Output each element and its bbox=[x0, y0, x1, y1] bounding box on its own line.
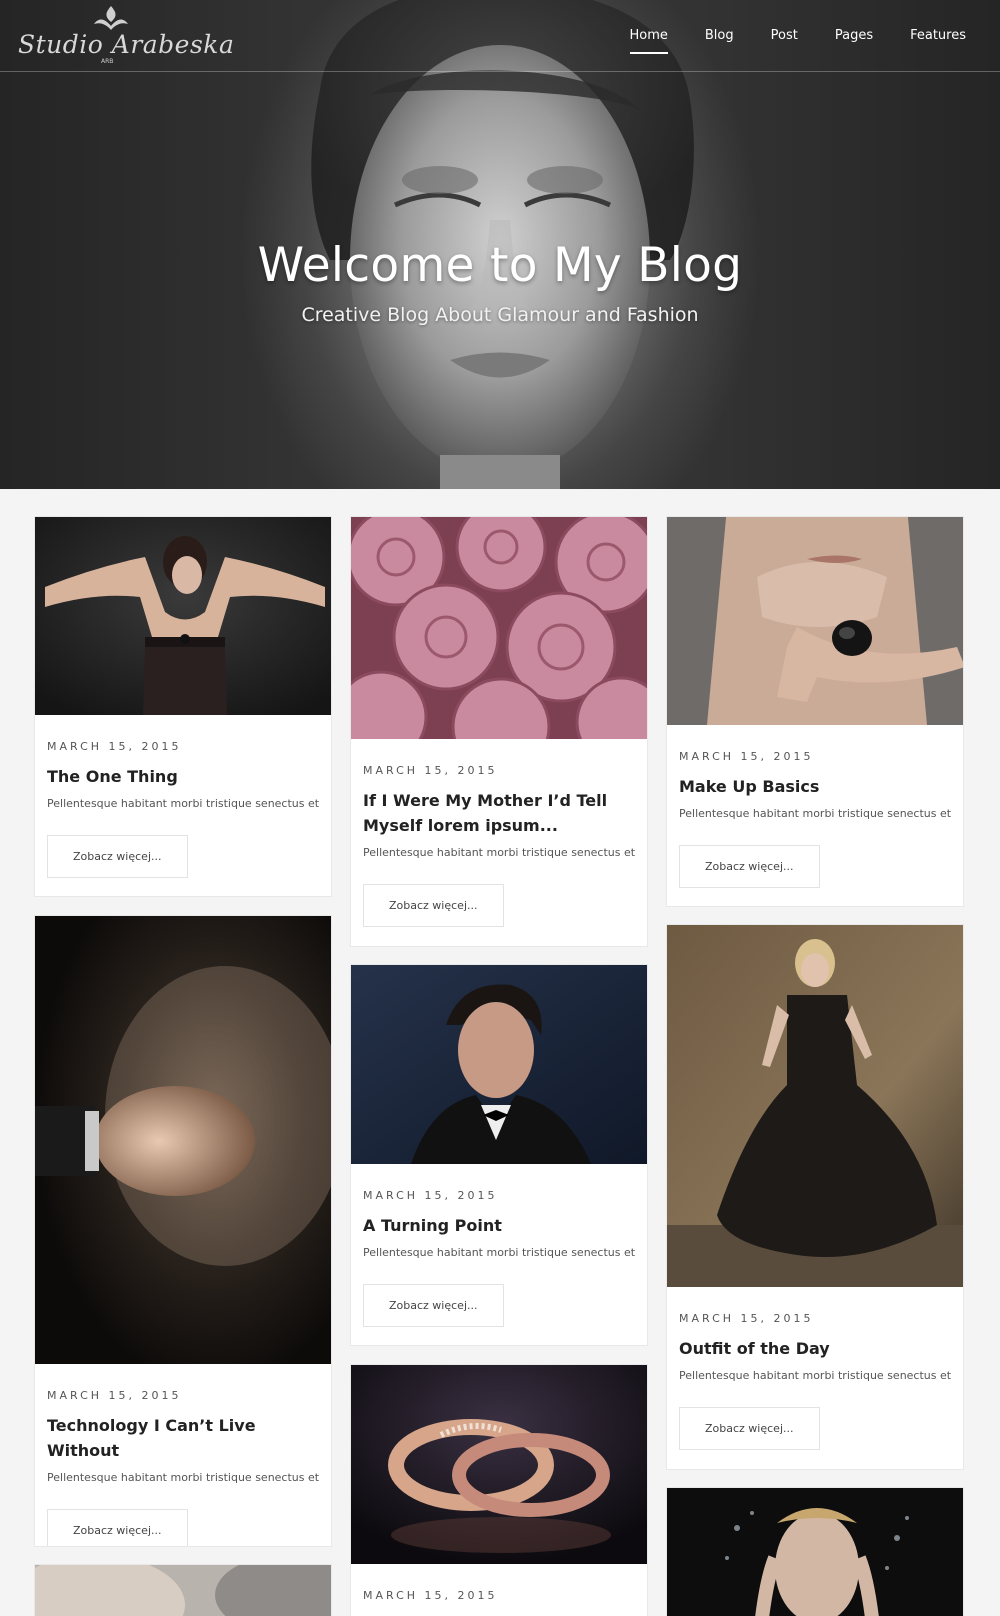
post-card: March 15, 2015 If I Were My Mother I’d T… bbox=[350, 516, 648, 947]
post-card bbox=[666, 1487, 964, 1616]
read-more-button[interactable]: Zobacz więcej... bbox=[679, 1407, 820, 1450]
post-image-woman-in-black-dress[interactable] bbox=[35, 517, 331, 715]
post-excerpt: Pellentesque habitant morbi tristique se… bbox=[363, 1246, 638, 1259]
post-card: March 15, 2015 Make Up Basics Pellentesq… bbox=[666, 516, 964, 907]
post-excerpt: Pellentesque habitant morbi tristique se… bbox=[679, 1369, 954, 1382]
nav-item-pages[interactable]: Pages bbox=[835, 24, 873, 55]
post-image-pink-roses[interactable] bbox=[351, 517, 647, 739]
post-date: March 15, 2015 bbox=[363, 1189, 498, 1202]
page: Studio Arabeska ARB Home Blog Post Pages… bbox=[0, 0, 1000, 1616]
post-image-man-in-tuxedo[interactable] bbox=[351, 965, 647, 1164]
logo-text: Studio Arabeska bbox=[18, 30, 235, 59]
post-date: March 15, 2015 bbox=[679, 750, 814, 763]
read-more-button[interactable]: Zobacz więcej... bbox=[363, 884, 504, 927]
nav-item-features[interactable]: Features bbox=[910, 24, 966, 55]
post-card: March 15, 2015 bbox=[350, 1364, 648, 1616]
post-date: March 15, 2015 bbox=[363, 1589, 498, 1602]
read-more-button[interactable]: Zobacz więcej... bbox=[363, 1284, 504, 1327]
post-title[interactable]: Outfit of the Day bbox=[679, 1336, 951, 1361]
post-title[interactable]: Make Up Basics bbox=[679, 774, 951, 799]
main-nav: Home Blog Post Pages Features bbox=[593, 24, 966, 55]
read-more-button[interactable]: Zobacz więcej... bbox=[47, 835, 188, 878]
hero-subtitle: Creative Blog About Glamour and Fashion bbox=[301, 304, 699, 326]
post-card bbox=[34, 1564, 332, 1616]
hero-title: Welcome to My Blog bbox=[257, 238, 743, 293]
nav-item-home[interactable]: Home bbox=[629, 24, 669, 55]
logo-ornament-icon bbox=[94, 6, 128, 30]
post-image-gold-rings[interactable] bbox=[351, 1365, 647, 1564]
top-navbar: Studio Arabeska ARB Home Blog Post Pages… bbox=[0, 0, 1000, 72]
post-excerpt: Pellentesque habitant morbi tristique se… bbox=[47, 1471, 322, 1484]
post-image-woman-in-flowing-dress[interactable] bbox=[667, 925, 963, 1287]
nav-item-post[interactable]: Post bbox=[771, 24, 798, 55]
post-card: March 15, 2015 Outfit of the Day Pellent… bbox=[666, 924, 964, 1470]
studio-arabeska-logo[interactable]: Studio Arabeska ARB bbox=[18, 4, 234, 68]
post-excerpt: Pellentesque habitant morbi tristique se… bbox=[47, 797, 322, 810]
post-date: March 15, 2015 bbox=[363, 764, 498, 777]
post-title[interactable]: If I Were My Mother I’d Tell Myself lore… bbox=[363, 788, 635, 838]
post-card: March 15, 2015 The One Thing Pellentesqu… bbox=[34, 516, 332, 897]
post-card: March 15, 2015 A Turning Point Pellentes… bbox=[350, 964, 648, 1346]
post-excerpt: Pellentesque habitant morbi tristique se… bbox=[363, 846, 638, 859]
post-title[interactable]: The One Thing bbox=[47, 764, 319, 789]
read-more-button[interactable]: Zobacz więcej... bbox=[679, 845, 820, 888]
post-excerpt: Pellentesque habitant morbi tristique se… bbox=[679, 807, 954, 820]
hero-banner: Studio Arabeska ARB Home Blog Post Pages… bbox=[0, 0, 1000, 489]
post-title[interactable]: Technology I Can’t Live Without bbox=[47, 1413, 319, 1463]
post-title[interactable]: A Turning Point bbox=[363, 1213, 635, 1238]
read-more-button[interactable]: Zobacz więcej... bbox=[47, 1509, 188, 1546]
post-image-woman-with-ring[interactable] bbox=[667, 517, 963, 725]
post-date: March 15, 2015 bbox=[47, 740, 182, 753]
logo-subtext: ARB bbox=[101, 58, 114, 65]
post-image-makeup-brush[interactable] bbox=[35, 916, 331, 1364]
post-date: March 15, 2015 bbox=[47, 1389, 182, 1402]
post-image-skin-closeup[interactable] bbox=[35, 1565, 331, 1616]
post-date: March 15, 2015 bbox=[679, 1312, 814, 1325]
nav-item-blog[interactable]: Blog bbox=[705, 24, 734, 55]
post-card: March 15, 2015 Technology I Can’t Live W… bbox=[34, 915, 332, 1547]
post-image-woman-with-water-splash[interactable] bbox=[667, 1488, 963, 1616]
